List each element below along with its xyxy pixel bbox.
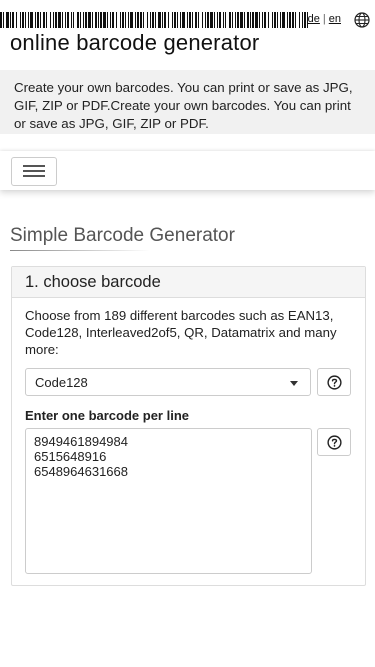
barcode-input-textarea[interactable]: 8949461894984 6515648916 6548964631668 bbox=[25, 428, 312, 574]
textarea-help-button[interactable] bbox=[317, 428, 351, 456]
card-title: 1. choose barcode bbox=[25, 273, 161, 291]
site-title: online barcode generator bbox=[10, 30, 260, 55]
chevron-down-icon bbox=[290, 381, 298, 386]
barcode-type-help-button[interactable] bbox=[317, 368, 351, 396]
card-header: 1. choose barcode bbox=[12, 267, 365, 298]
hamburger-menu-icon[interactable] bbox=[11, 157, 57, 186]
intro-banner: Create your own barcodes. You can print … bbox=[0, 70, 375, 134]
lang-de-link[interactable]: de bbox=[308, 13, 320, 25]
language-switcher: de | en bbox=[308, 13, 341, 25]
page-title: Simple Barcode Generator bbox=[10, 225, 235, 246]
question-circle-icon bbox=[327, 435, 342, 450]
barcode-logo bbox=[0, 12, 310, 28]
navbar bbox=[0, 151, 375, 190]
lang-en-link[interactable]: en bbox=[329, 13, 341, 25]
globe-icon[interactable] bbox=[354, 12, 370, 28]
title-underline bbox=[10, 250, 150, 251]
question-circle-icon bbox=[327, 375, 342, 390]
barcode-type-select[interactable]: Code128 bbox=[25, 368, 311, 396]
card-description: Choose from 189 different barcodes such … bbox=[25, 308, 337, 357]
textarea-label: Enter one barcode per line bbox=[25, 408, 189, 423]
select-value: Code128 bbox=[35, 375, 88, 390]
choose-barcode-card: 1. choose barcode Choose from 189 differ… bbox=[11, 266, 366, 586]
lang-separator: | bbox=[322, 13, 326, 25]
intro-text: Create your own barcodes. You can print … bbox=[14, 80, 353, 131]
